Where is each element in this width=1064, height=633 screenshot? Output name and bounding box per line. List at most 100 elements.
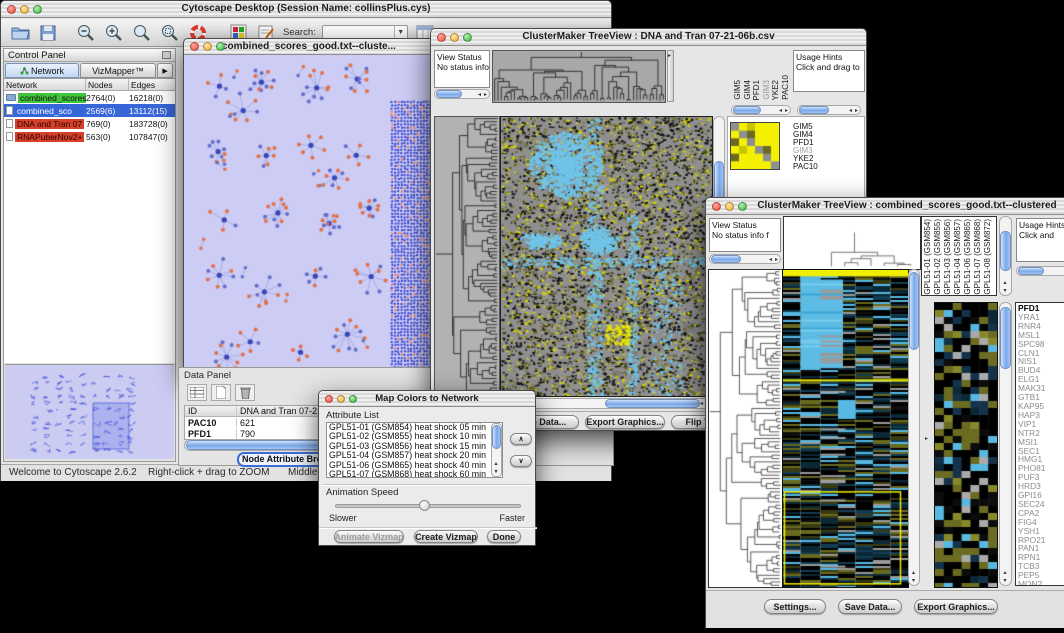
gene-label[interactable]: YKE2 (793, 155, 837, 163)
settings-button[interactable]: Settings... (764, 599, 826, 614)
gene-label[interactable]: MSL1 (1018, 331, 1064, 340)
move-down-button[interactable]: ∨ (510, 455, 532, 467)
zoom-selected-icon[interactable] (159, 22, 181, 44)
gene-label[interactable]: PHO81 (1018, 464, 1064, 473)
save-icon[interactable] (37, 22, 59, 44)
network-list-row[interactable]: combined_scores2764(0)16218(0) (4, 91, 175, 104)
gene-label[interactable]: SEC24 (1018, 500, 1064, 509)
gene-label[interactable]: BUD4 (1018, 366, 1064, 375)
gene-label[interactable]: GIM4 (793, 131, 837, 139)
gene-label[interactable]: ELG1 (1018, 375, 1064, 384)
gene-label[interactable]: RPO21 (1018, 536, 1064, 545)
zoom-in-icon[interactable] (103, 22, 125, 44)
close-button[interactable] (712, 202, 721, 211)
rotated-gene-label[interactable]: GIM3 (762, 80, 772, 100)
view-status-h-scrollbar[interactable]: ◂▸ (709, 254, 781, 264)
gene-label[interactable]: VIP1 (1018, 420, 1064, 429)
gene-label[interactable]: FIG4 (1018, 518, 1064, 527)
gene-label[interactable]: PFD1 (1018, 304, 1064, 313)
new-document-icon[interactable] (211, 384, 231, 401)
treeview1-row-dendrogram[interactable] (434, 116, 500, 397)
save-data-button[interactable]: Save Data... (838, 599, 902, 614)
zoom-out-icon[interactable] (75, 22, 97, 44)
dialog-titlebar[interactable]: Map Colors to Network (319, 391, 535, 407)
close-button[interactable] (190, 42, 199, 51)
zoom-button[interactable] (738, 202, 747, 211)
gene-label[interactable]: GIM3 (793, 147, 837, 155)
network-list-row[interactable]: combined_sco2569(6)13112(15) (4, 104, 175, 117)
gene-label[interactable]: PFD1 (793, 139, 837, 147)
gene-label[interactable]: RPN1 (1018, 553, 1064, 562)
usage-h-scrollbar[interactable]: ◂▸ (797, 105, 861, 115)
rotated-gene-label[interactable]: PAC10 (781, 75, 790, 100)
global-heatmap-v-scrollbar[interactable]: ▴▾ (999, 302, 1012, 586)
gene-label[interactable]: NIS1 (1018, 357, 1064, 366)
rotated-gene-label[interactable]: GIM5 (733, 80, 743, 100)
attribute-table-icon[interactable] (187, 384, 207, 401)
trash-icon[interactable] (235, 384, 255, 401)
gene-label[interactable]: HRD3 (1018, 482, 1064, 491)
gene-label[interactable]: TCB3 (1018, 562, 1064, 571)
treeview1-zoom-heatmap[interactable] (730, 122, 780, 170)
treeview2-heatmap[interactable] (782, 269, 909, 588)
tab-overflow-arrow[interactable]: ▶ (157, 63, 173, 78)
split-divider[interactable]: ▸ (667, 50, 674, 102)
treeview2-global-heatmap[interactable] (934, 302, 998, 588)
window-controls[interactable] (7, 5, 42, 14)
network-list-row[interactable]: DNA and Tran 07769(0)183728(0) (4, 117, 175, 130)
gene-label[interactable]: YSH1 (1018, 527, 1064, 536)
gene-label[interactable]: PAC10 (793, 163, 837, 171)
treeview2-titlebar[interactable]: ClusterMaker TreeView : combined_scores_… (706, 198, 1064, 215)
gene-label[interactable]: NTR2 (1018, 429, 1064, 438)
main-titlebar[interactable]: Cytoscape Desktop (Session Name: collins… (1, 1, 611, 18)
treeview2-row-dendrogram[interactable] (708, 269, 783, 588)
gene-label[interactable]: GTB1 (1018, 393, 1064, 402)
create-vizmap-button[interactable]: Create Vizmap (414, 530, 478, 543)
network-view-titlebar[interactable]: combined_scores_good.txt--cluste... (184, 39, 440, 55)
gene-label[interactable]: CLN1 (1018, 349, 1064, 358)
split-arrow[interactable]: ▸ (925, 436, 928, 442)
gene-label[interactable]: MAK31 (1018, 384, 1064, 393)
gene-label[interactable]: PUF3 (1018, 473, 1064, 482)
gene-label[interactable]: GIM5 (793, 123, 837, 131)
minimize-button[interactable] (20, 5, 29, 14)
zoom-button[interactable] (33, 5, 42, 14)
treeview1-titlebar[interactable]: ClusterMaker TreeView : DNA and Tran 07-… (431, 29, 866, 46)
treeview2-column-dendrogram[interactable] (783, 216, 921, 270)
gene-label[interactable]: MON2 (1018, 580, 1064, 586)
gene-label[interactable]: PEP5 (1018, 571, 1064, 580)
array-column-label[interactable]: GPL51-08 (GSM872) (983, 219, 993, 295)
zoom-button[interactable] (463, 33, 472, 42)
network-list-row[interactable]: RNAPuberNov2+563(0)107847(0) (4, 130, 175, 143)
move-up-button[interactable]: ∧ (510, 433, 532, 445)
array-column-label[interactable]: GPL51-01 (GSM854) (923, 219, 933, 295)
minimize-button[interactable] (337, 395, 345, 403)
animate-vizmap-button[interactable]: Animate Vizmap (334, 530, 404, 543)
birdseye-overview[interactable] (5, 364, 174, 459)
gene-label[interactable]: HMG1 (1018, 455, 1064, 464)
gene-label[interactable]: RNR4 (1018, 322, 1064, 331)
rotated-gene-label[interactable]: GIM4 (743, 80, 753, 100)
tab-network[interactable]: Network (5, 63, 79, 78)
gene-label[interactable]: PAN1 (1018, 544, 1064, 553)
array-column-label[interactable]: GPL51-03 (GSM856) (943, 219, 953, 295)
tab-vizmapper[interactable]: VizMapper™ (80, 63, 156, 78)
gene-label[interactable]: SEC1 (1018, 447, 1064, 456)
array-column-label[interactable]: GPL51-04 (GSM857) (953, 219, 963, 295)
attribute-list-item[interactable]: GPL51-07 (GSM868) heat shock 60 min (327, 470, 502, 478)
attribute-list[interactable]: GPL51-01 (GSM854) heat shock 05 minGPL51… (326, 422, 503, 478)
rotated-gene-label[interactable]: PFD1 (752, 80, 762, 100)
close-button[interactable] (7, 5, 16, 14)
rotated-gene-label[interactable]: YKE2 (771, 80, 781, 100)
slider-thumb[interactable] (419, 500, 430, 511)
gene-label[interactable]: CPA2 (1018, 509, 1064, 518)
gene-label[interactable]: YRA1 (1018, 313, 1064, 322)
open-folder-icon[interactable] (9, 22, 31, 44)
close-button[interactable] (325, 395, 333, 403)
treeview1-column-dendrogram[interactable] (492, 50, 666, 103)
attribute-list-scrollbar[interactable]: ▴▾ (491, 423, 502, 477)
globalview-v-scrollbar[interactable]: ▴▾ (999, 216, 1012, 296)
array-column-label[interactable]: GPL51-06 (GSM865) (963, 219, 973, 295)
treeview1-heatmap[interactable] (500, 116, 713, 397)
close-button[interactable] (437, 33, 446, 42)
